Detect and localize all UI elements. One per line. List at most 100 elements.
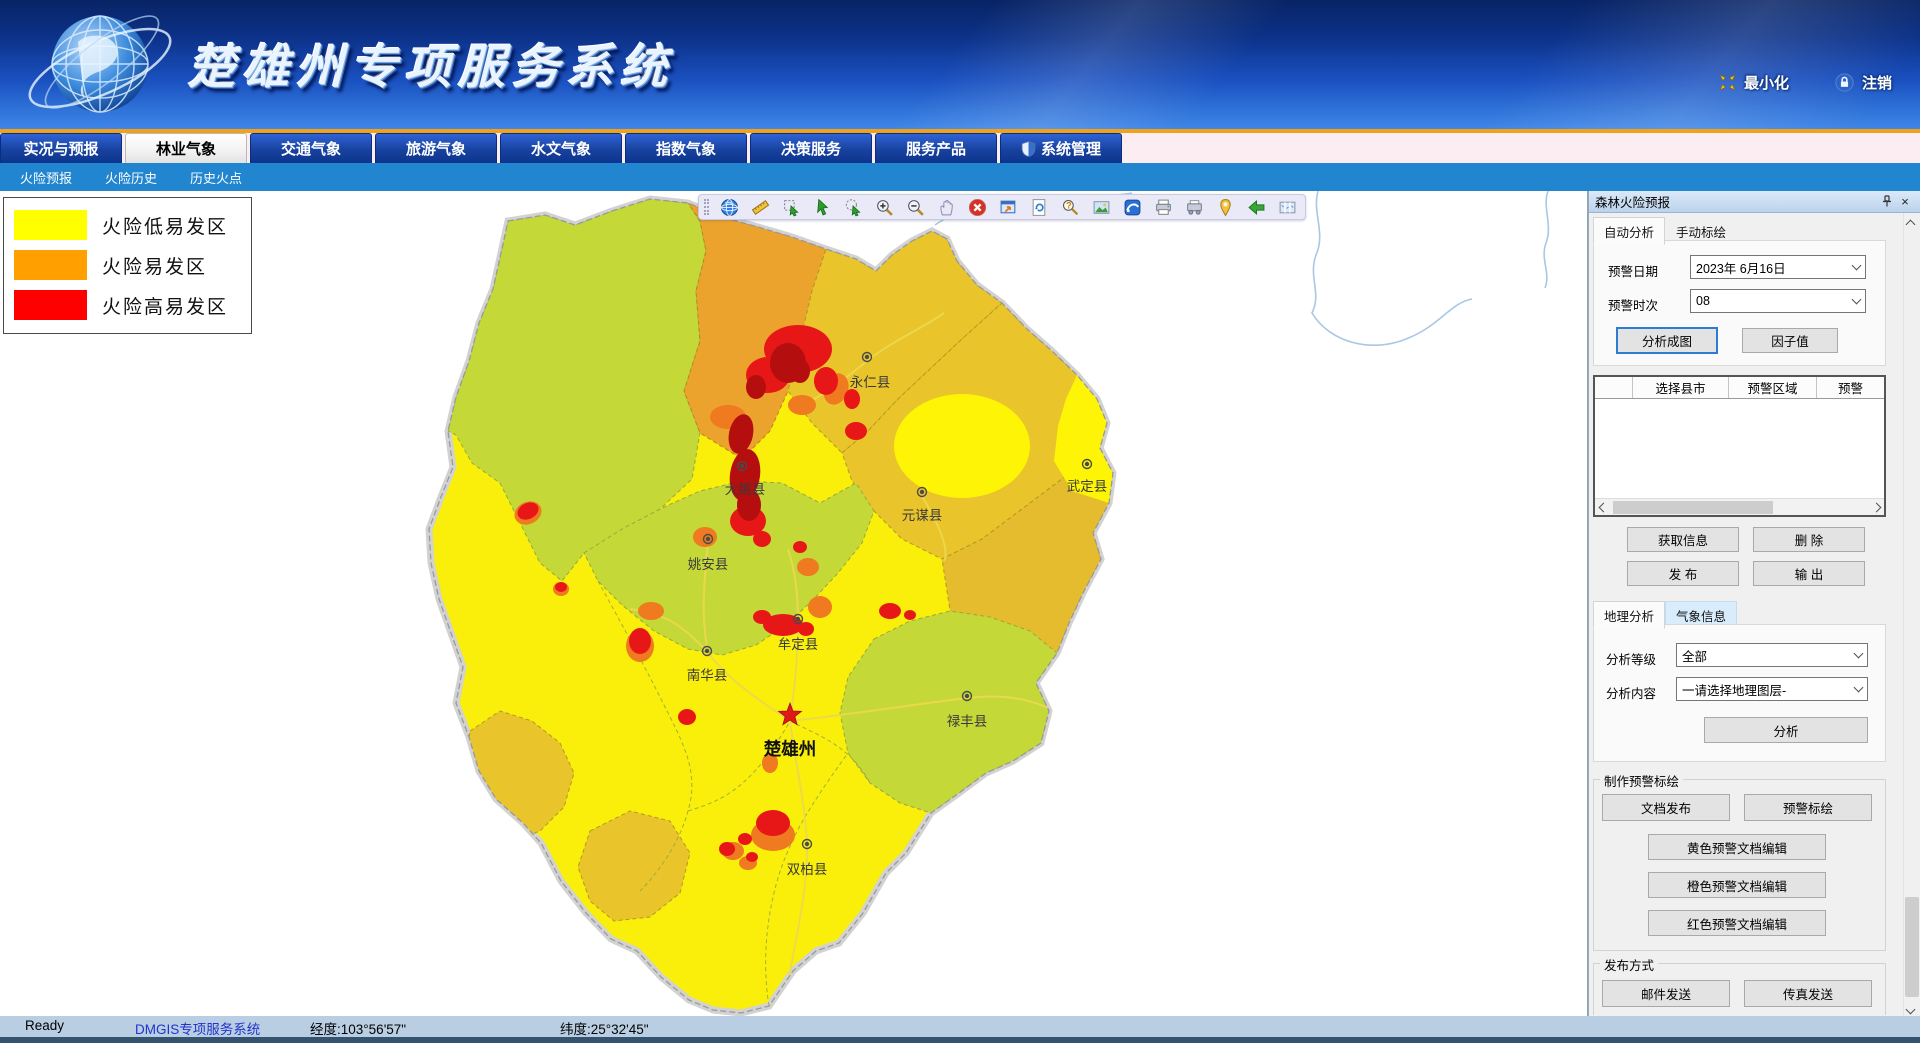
- table-body[interactable]: [1595, 399, 1884, 482]
- app-window: 楚雄州专项服务系统 最小化 注销: [0, 0, 1920, 1043]
- chevron-down-icon: [1849, 653, 1867, 657]
- minimize-button[interactable]: 最小化: [1719, 72, 1789, 93]
- analysis-level-select[interactable]: 全部: [1676, 643, 1868, 667]
- zoom-in-icon[interactable]: [869, 195, 900, 219]
- table-hscrollbar[interactable]: [1595, 498, 1884, 515]
- legend-swatch-medium: [14, 250, 87, 280]
- subtab-fire-forecast[interactable]: 火险预报: [20, 168, 72, 187]
- county-label: 牟定县: [778, 637, 819, 652]
- geo-analysis-box: 分析等级 全部 分析内容 一请选择地理图层- 分析: [1593, 624, 1886, 762]
- tab-service-products[interactable]: 服务产品: [875, 133, 997, 163]
- app-title: 楚雄州专项服务系统: [188, 28, 674, 97]
- warn-plot-button[interactable]: 预警标绘: [1744, 794, 1872, 821]
- print-icon[interactable]: [1148, 195, 1179, 219]
- status-latitude: 纬度:25°32'45": [560, 1018, 649, 1038]
- col-warning: 预警: [1817, 377, 1884, 398]
- chevron-down-icon: [1847, 299, 1865, 303]
- county-label: 大姚县: [725, 482, 766, 497]
- scroll-down-icon[interactable]: [1907, 1002, 1917, 1012]
- plotter-icon[interactable]: [1179, 195, 1210, 219]
- scrollbar-thumb[interactable]: [1905, 897, 1919, 997]
- minimize-label: 最小化: [1744, 72, 1789, 93]
- scroll-left-icon[interactable]: [1595, 504, 1611, 511]
- county-label: 双柏县: [787, 862, 828, 877]
- analysis-content-label: 分析内容: [1606, 683, 1656, 702]
- tab-decision-service[interactable]: 决策服务: [750, 133, 872, 163]
- close-icon[interactable]: ×: [1896, 194, 1914, 210]
- tab-index-weather[interactable]: 指数气象: [625, 133, 747, 163]
- tab-auto-analysis[interactable]: 自动分析: [1593, 217, 1665, 245]
- analysis-level-label: 分析等级: [1606, 649, 1656, 668]
- warn-time-label: 预警时次: [1608, 295, 1658, 314]
- logout-lock-icon: [1835, 73, 1854, 92]
- zoom-out-icon[interactable]: [900, 195, 931, 219]
- warning-table: 选择县市 预警区域 预警: [1593, 375, 1886, 517]
- back-arrow-icon[interactable]: [1241, 195, 1272, 219]
- warn-date-select[interactable]: 2023年 6月16日: [1690, 255, 1866, 279]
- geo-analyze-button[interactable]: 分析: [1704, 717, 1868, 743]
- measure-ruler-icon[interactable]: [745, 195, 776, 219]
- scroll-right-icon[interactable]: [1868, 504, 1884, 511]
- map-canvas[interactable]: 永仁县 元谋县 大姚县 姚安县 武定县 南华县 牟定县 禄丰县 双柏县 楚雄州 …: [0, 191, 1588, 1016]
- logout-button[interactable]: 注销: [1835, 72, 1892, 93]
- red-doc-edit-button[interactable]: 红色预警文档编辑: [1648, 910, 1826, 936]
- legend-item: 火险低易发区: [14, 207, 241, 243]
- select-polygon-icon[interactable]: [838, 195, 869, 219]
- pan-hand-icon[interactable]: [931, 195, 962, 219]
- warn-time-select[interactable]: 08: [1690, 289, 1866, 313]
- county-label: 姚安县: [688, 557, 729, 572]
- factor-value-button[interactable]: 因子值: [1742, 328, 1838, 353]
- scroll-up-icon[interactable]: [1907, 217, 1917, 227]
- tab-live-forecast[interactable]: 实况与预报: [0, 133, 122, 163]
- col-select-county: 选择县市: [1633, 377, 1729, 398]
- fire-risk-legend: 火险低易发区 火险易发区 火险高易发区: [3, 197, 252, 334]
- doc-publish-button[interactable]: 文档发布: [1602, 794, 1730, 821]
- publish-button[interactable]: 发 布: [1627, 561, 1739, 586]
- tab-traffic-weather[interactable]: 交通气象: [250, 133, 372, 163]
- stop-icon[interactable]: [962, 195, 993, 219]
- county-label: 禄丰县: [947, 714, 988, 729]
- world-swirl-icon[interactable]: [1117, 195, 1148, 219]
- tab-hydrology-weather[interactable]: 水文气象: [500, 133, 622, 163]
- pin-icon[interactable]: [1878, 194, 1896, 210]
- image-export-icon[interactable]: [1086, 195, 1117, 219]
- tab-tourism-weather[interactable]: 旅游气象: [375, 133, 497, 163]
- identify-query-icon[interactable]: ?: [1055, 195, 1086, 219]
- toolbar-drag-handle[interactable]: [704, 199, 709, 215]
- tab-system-management[interactable]: 系统管理: [1000, 133, 1122, 163]
- tab-geo-analysis[interactable]: 地理分析: [1593, 601, 1665, 629]
- analysis-content-select[interactable]: 一请选择地理图层-: [1676, 677, 1868, 701]
- fax-send-button[interactable]: 传真发送: [1744, 980, 1872, 1007]
- subtab-historic-fire-points[interactable]: 历史火点: [190, 168, 242, 187]
- tab-forestry-weather[interactable]: 林业气象: [125, 133, 247, 163]
- globe-icon[interactable]: [714, 195, 745, 219]
- legend-swatch-low: [14, 210, 87, 240]
- delete-button[interactable]: 删 除: [1753, 527, 1865, 552]
- map-sheet-icon[interactable]: [1272, 195, 1303, 219]
- legend-item: 火险高易发区: [14, 287, 241, 323]
- export-button[interactable]: 输 出: [1753, 561, 1865, 586]
- plot-group: 制作预警标绘 文档发布 预警标绘 黄色预警文档编辑 橙色预警文档编辑 红色预警文…: [1593, 779, 1886, 951]
- status-longitude: 经度:103°56'57": [310, 1018, 406, 1038]
- placemark-pin-icon[interactable]: [1210, 195, 1241, 219]
- panel-scrollbar[interactable]: [1903, 213, 1920, 1016]
- yellow-doc-edit-button[interactable]: 黄色预警文档编辑: [1648, 834, 1826, 860]
- hscroll-thumb[interactable]: [1613, 501, 1773, 514]
- county-label: 武定县: [1067, 479, 1108, 494]
- email-send-button[interactable]: 邮件发送: [1602, 980, 1730, 1007]
- refresh-icon[interactable]: [1024, 195, 1055, 219]
- globe-logo-icon: [18, 2, 188, 129]
- full-extent-icon[interactable]: [993, 195, 1024, 219]
- table-header-row: 选择县市 预警区域 预警: [1595, 377, 1884, 399]
- chevron-down-icon: [1847, 265, 1865, 269]
- select-rectangle-icon[interactable]: [776, 195, 807, 219]
- pointer-arrow-icon[interactable]: [807, 195, 838, 219]
- subtab-fire-history[interactable]: 火险历史: [105, 168, 157, 187]
- legend-swatch-high: [14, 290, 87, 320]
- analyze-chart-button[interactable]: 分析成图: [1616, 327, 1718, 354]
- col-warning-area: 预警区域: [1729, 377, 1817, 398]
- orange-doc-edit-button[interactable]: 橙色预警文档编辑: [1648, 872, 1826, 898]
- banner: 楚雄州专项服务系统 最小化 注销: [0, 0, 1920, 129]
- legend-item: 火险易发区: [14, 247, 241, 283]
- get-info-button[interactable]: 获取信息: [1627, 527, 1739, 552]
